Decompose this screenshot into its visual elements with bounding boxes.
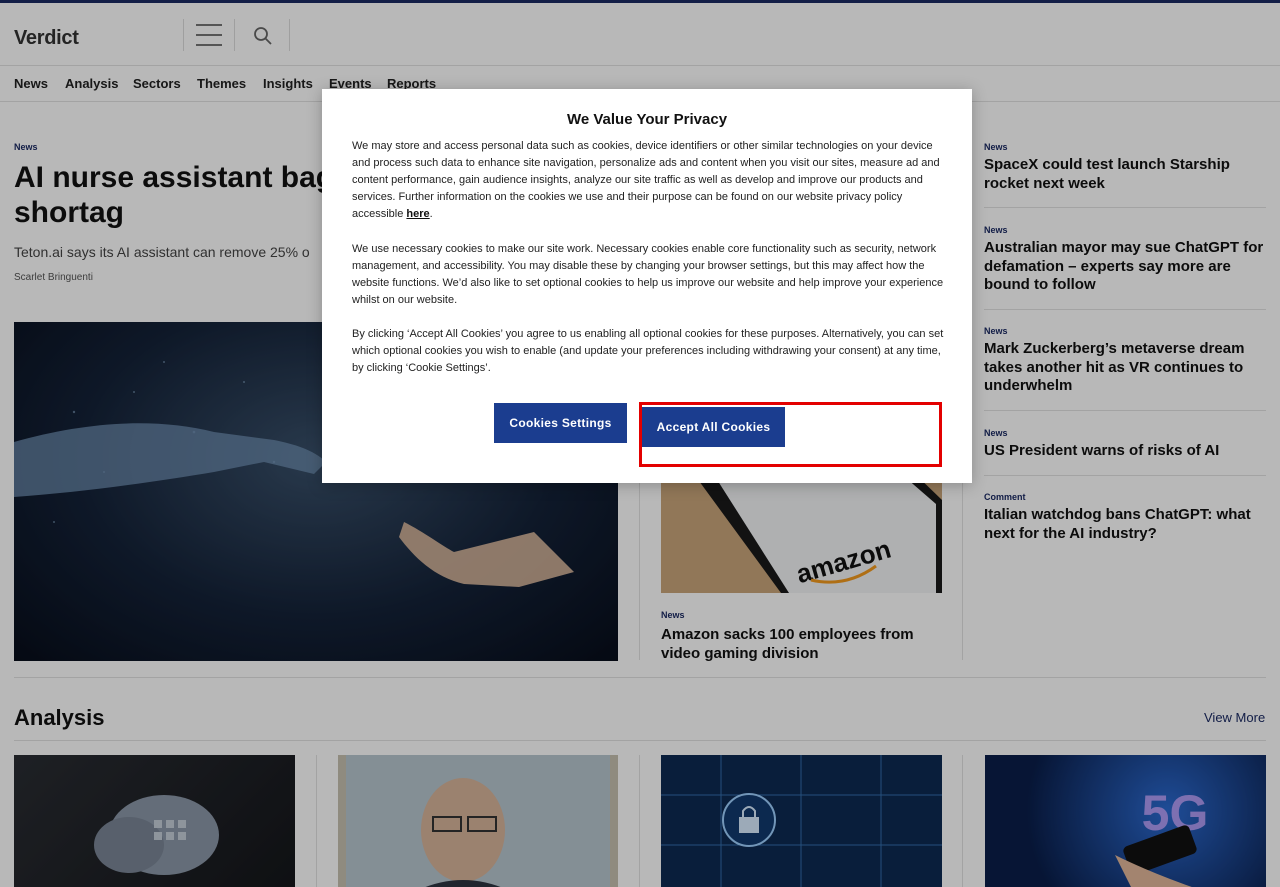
accept-button-highlight: [639, 402, 942, 467]
cookie-paragraph-1-text: We may store and access personal data su…: [352, 140, 940, 220]
cookies-settings-button[interactable]: Cookies Settings: [494, 403, 627, 443]
cookie-dialog-title: We Value Your Privacy: [566, 111, 728, 128]
privacy-policy-link[interactable]: here: [406, 208, 429, 220]
cookie-paragraph-3: By clicking ‘Accept All Cookies’ you agr…: [352, 328, 944, 374]
cookie-paragraph-1-period: .: [429, 208, 433, 220]
cookie-paragraph-2: We use necessary cookies to make our sit…: [352, 243, 944, 306]
cookie-paragraph-1: We may store and access personal data su…: [352, 138, 944, 223]
